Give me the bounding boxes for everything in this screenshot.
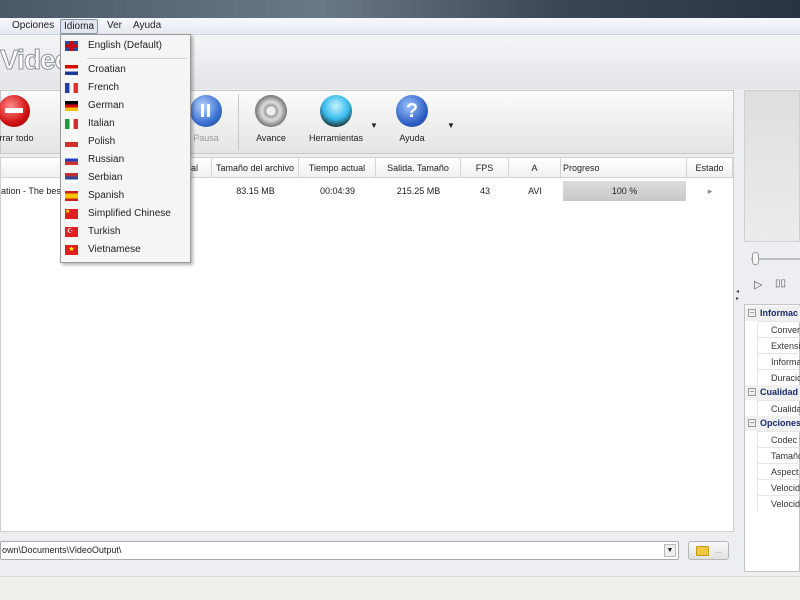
language-italian[interactable]: Italian [63, 115, 189, 133]
menu-idioma[interactable]: Idioma [60, 19, 99, 34]
pause-small-icon[interactable]: ▯▯ [775, 278, 786, 289]
stop-icon [0, 95, 30, 127]
language-polish[interactable]: Polish [63, 133, 189, 151]
preview-label: Avance [256, 133, 286, 143]
current-time: 00:04:39 [319, 186, 356, 196]
pause-icon [190, 95, 222, 127]
menu-ver[interactable]: Ver [104, 19, 125, 34]
germany-flag-icon [65, 101, 78, 111]
help-button[interactable]: ? Ayuda [377, 95, 447, 143]
fps: 43 [479, 186, 490, 196]
browse-folder-button[interactable]: ... [688, 541, 729, 560]
language-russian[interactable]: Russian [63, 151, 189, 169]
menu-separator [87, 58, 187, 59]
collapse-icon[interactable]: − [748, 388, 756, 396]
output-size: 215.25 MB [396, 186, 441, 196]
property-row[interactable]: Extensi [757, 337, 800, 353]
output-path-value: own\Documents\VideoOutput\ [2, 545, 122, 555]
croatia-flag-icon [65, 65, 78, 75]
property-row[interactable]: Codec v [757, 431, 800, 447]
collapse-icon[interactable]: − [748, 309, 756, 317]
russia-flag-icon [65, 155, 78, 165]
collapse-arrows-icon[interactable]: ◂ ▸ [736, 288, 739, 302]
seek-slider-handle[interactable] [752, 252, 759, 265]
property-row[interactable]: Duracio [757, 369, 800, 385]
language-serbian[interactable]: Serbian [63, 169, 189, 187]
column-header[interactable]: A [509, 158, 561, 178]
help-icon: ? [396, 95, 428, 127]
serbia-flag-icon [65, 173, 78, 183]
help-dropdown-arrow[interactable]: ▼ [447, 121, 455, 130]
china-flag-icon: ★ [65, 209, 78, 219]
spain-flag-icon [65, 191, 78, 201]
language-spanish[interactable]: Spanish [63, 187, 189, 205]
film-reel-icon [255, 95, 287, 127]
property-row[interactable]: Cualida [757, 400, 800, 416]
property-row[interactable]: Informa [757, 353, 800, 369]
category-options[interactable]: − Opciones [745, 416, 800, 431]
language-simplified-chinese[interactable]: ★ Simplified Chinese [63, 205, 189, 223]
video-preview [744, 90, 800, 242]
output-path-combobox[interactable]: own\Documents\VideoOutput\ ▼ [0, 541, 679, 560]
column-header[interactable]: Progreso [561, 158, 687, 178]
category-quality[interactable]: − Cualidad [745, 385, 800, 400]
language-german[interactable]: German [63, 97, 189, 115]
property-row[interactable]: Convert [757, 321, 800, 337]
clear-all-button[interactable]: orrar todo [0, 95, 49, 143]
dropdown-arrow-icon[interactable]: ▼ [664, 544, 676, 557]
menu-opciones[interactable]: Opciones [9, 19, 57, 34]
property-row[interactable]: Tamaño [757, 447, 800, 463]
category-info[interactable]: − Informac [745, 306, 800, 321]
clear-all-label: orrar todo [0, 133, 34, 143]
toolbar-separator [238, 94, 239, 150]
help-label: Ayuda [399, 133, 425, 143]
collapse-icon[interactable]: − [748, 419, 756, 427]
preview-button[interactable]: Avance [236, 95, 306, 143]
language-croatian[interactable]: Croatian [63, 61, 189, 79]
language-turkish[interactable]: ☪ Turkish [63, 223, 189, 241]
title-bar [0, 0, 800, 18]
column-header[interactable]: Tamaño del archivo [212, 158, 299, 178]
vietnam-flag-icon: ★ [65, 245, 78, 255]
tools-label: Herramientas [308, 133, 364, 143]
menu-ayuda[interactable]: Ayuda [130, 19, 164, 34]
language-vietnamese[interactable]: ★ Vietnamese [63, 241, 189, 259]
language-menu: English (Default) Croatian French German… [60, 34, 191, 263]
progress-bar: 100 % [563, 181, 686, 201]
column-header[interactable]: FPS [461, 158, 509, 178]
column-header[interactable]: Tiempo actual [299, 158, 376, 178]
panel-splitter[interactable]: ◂ ▸ [735, 90, 743, 570]
language-english[interactable]: English (Default) [63, 37, 189, 55]
property-row[interactable]: Velocid [757, 495, 800, 511]
uk-flag-icon [65, 41, 78, 51]
column-header[interactable]: Salida. Tamaño [376, 158, 461, 178]
turkey-flag-icon: ☪ [65, 227, 78, 237]
play-icon[interactable]: ▷ [754, 278, 762, 291]
property-row[interactable]: Aspect [757, 463, 800, 479]
language-french[interactable]: French [63, 79, 189, 97]
browse-label: ... [715, 545, 723, 555]
tools-button[interactable]: Herramientas [301, 95, 371, 143]
file-size: 83.15 MB [236, 186, 275, 196]
folder-icon [696, 546, 709, 556]
status-bar [0, 576, 800, 600]
tools-icon [320, 95, 352, 127]
italy-flag-icon [65, 119, 78, 129]
france-flag-icon [65, 83, 78, 93]
pause-label: Pausa [193, 133, 219, 143]
column-header[interactable]: Estado [687, 158, 733, 178]
poland-flag-icon [65, 137, 78, 147]
property-grid: − Informac Convert Extensi Informa Duraci… [744, 304, 800, 572]
property-row[interactable]: Velocid [757, 479, 800, 495]
format: AVI [528, 186, 542, 196]
menu-bar: Opciones Idioma Ver Ayuda [0, 18, 800, 35]
status-play-icon[interactable]: ▸ [687, 180, 733, 202]
